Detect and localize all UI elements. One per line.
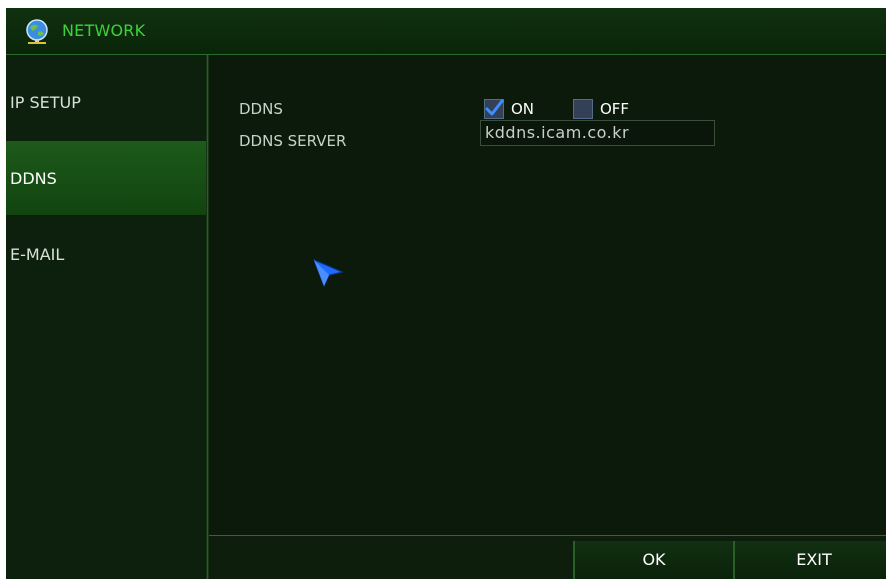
ddns-off-checkbox[interactable]	[573, 99, 593, 119]
ddns-on-checkbox[interactable]	[484, 99, 504, 119]
sidebar: IP SETUP DDNS E-MAIL	[6, 55, 206, 579]
ok-button[interactable]: OK	[573, 541, 733, 579]
sidebar-item-label: DDNS	[10, 169, 57, 188]
sidebar-item-e-mail[interactable]: E-MAIL	[6, 217, 206, 291]
sidebar-item-ddns[interactable]: DDNS	[6, 141, 206, 215]
exit-button[interactable]: EXIT	[733, 541, 886, 579]
window-title: NETWORK	[62, 21, 146, 40]
mouse-pointer-icon	[313, 259, 344, 288]
bottom-button-bar: OK EXIT	[209, 535, 886, 579]
ddns-server-label: DDNS SERVER	[239, 132, 347, 150]
ddns-label: DDNS	[239, 100, 283, 118]
globe-network-icon	[26, 19, 48, 44]
ddns-settings-panel: DDNS ON OFF DDNS SERVER kddns.icam.co.kr	[209, 55, 886, 535]
ddns-server-field[interactable]: kddns.icam.co.kr	[480, 120, 715, 146]
ddns-off-label: OFF	[600, 100, 630, 118]
sidebar-item-ip-setup[interactable]: IP SETUP	[6, 65, 206, 139]
network-settings-screen: NETWORK IP SETUP DDNS E-MAIL DDNS ON OFF…	[6, 8, 886, 579]
sidebar-item-label: E-MAIL	[10, 245, 65, 264]
sidebar-item-label: IP SETUP	[10, 93, 81, 112]
title-bar: NETWORK	[6, 8, 886, 55]
ddns-on-label: ON	[511, 100, 535, 118]
checkmark-icon	[485, 99, 504, 116]
